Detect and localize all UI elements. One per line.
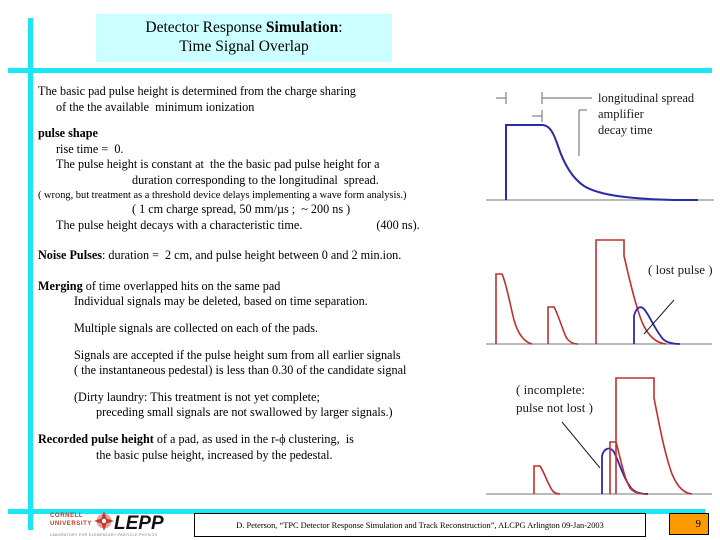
figure2-pulse-2	[547, 306, 579, 345]
label-longitudinal-spread: longitudinal spread	[598, 91, 695, 105]
decay-value: (400 ns).	[376, 217, 420, 232]
accent-bar-vertical	[28, 18, 33, 530]
citation-text: D. Peterson, “TPC Detector Response Simu…	[236, 520, 604, 530]
title-colon: :	[338, 19, 343, 37]
logo-lepp-text: LEPP	[114, 513, 164, 534]
title-bold-part: Simulation	[265, 19, 339, 37]
slide-title-box: Detector Response Simulation: Time Signa…	[96, 14, 392, 62]
merging-rest: of time overlapped hits on the same pad	[82, 278, 281, 293]
slide-title-line-2: Time Signal Overlap	[179, 38, 309, 55]
single-pulse-shape-svg: longitudinal spread amplifier decay time	[486, 91, 714, 201]
decay-line: The pulse height decays with a character…	[38, 218, 478, 234]
multiple-signals-line: Multiple signals are collected on each o…	[74, 321, 319, 336]
intro-line-1: The basic pad pulse height is determined…	[38, 84, 356, 98]
title-plain-part: Detector Response	[145, 19, 266, 37]
recorded-pulse-height-heading: Recorded pulse height	[38, 432, 154, 447]
decay-text: The pulse height decays with a character…	[56, 217, 303, 232]
figure-incomplete-pulse: ( incomplete: pulse not lost )	[484, 356, 716, 504]
figure2-lost-pulse-curve	[633, 306, 681, 345]
logo-subtitle-text: LABORATORY FOR ELEMENTARY-PARTICLE PHYSI…	[50, 533, 158, 537]
figure3-annotation-leader	[561, 421, 601, 469]
annotation-incomplete-line-2: pulse not lost )	[516, 400, 593, 415]
dirty-laundry-line-1: (Dirty laundry: This treatment is not ye…	[74, 389, 320, 404]
figure2-pulse-1	[495, 273, 533, 345]
intro-line-2: of the the available minimum ionization	[56, 99, 255, 114]
slide-canvas: Detector Response Simulation: Time Signa…	[0, 0, 720, 540]
noise-pulses-rest: : duration = 2 cm, and pulse height betw…	[101, 248, 402, 263]
figure-lost-pulse: ( lost pulse )	[484, 212, 716, 352]
logo-university-text: UNIVERSITY	[50, 521, 92, 527]
figure3-overlap-pulse	[601, 447, 649, 495]
rise-time-line: rise time = 0.	[56, 141, 124, 156]
incomplete-pulse-svg: ( incomplete: pulse not lost )	[486, 377, 712, 495]
noise-pulses-line: Noise Pulses: duration = 2 cm, and pulse…	[38, 248, 478, 264]
slide-body: The basic pad pulse height is determined…	[38, 84, 478, 463]
citation-box: D. Peterson, “TPC Detector Response Simu…	[194, 513, 646, 537]
label-amplifier-line-2: decay time	[598, 123, 653, 137]
constant-height-line-2: duration corresponding to the longitudin…	[132, 173, 379, 188]
merging-line-2: Individual signals may be deleted, based…	[74, 294, 368, 309]
noise-pulses-heading: Noise Pulses	[38, 248, 102, 263]
recorded-pulse-height-line-2: the basic pulse height, increased by the…	[96, 447, 333, 462]
lepp-logo-svg: CORNELL UNIVERSITY LEPP LABORATORY FOR E…	[50, 511, 164, 537]
wrong-treatment-note: ( wrong, but treatment as a threshold de…	[38, 189, 407, 201]
pulse-shape-heading: pulse shape	[38, 126, 98, 141]
label-amplifier-line-1: amplifier	[598, 107, 645, 121]
accent-bar-horizontal-top	[8, 68, 712, 73]
lost-pulse-svg: ( lost pulse )	[486, 239, 713, 345]
logo-compass-icon	[94, 511, 114, 531]
cornell-lepp-logo: CORNELL UNIVERSITY LEPP LABORATORY FOR E…	[48, 508, 196, 538]
dirty-laundry-line-2: preceding small signals are not swallowe…	[96, 405, 393, 420]
recorded-pulse-height-line: Recorded pulse height of a pad, as used …	[38, 432, 478, 448]
figure-single-pulse-shape: longitudinal spread amplifier decay time	[484, 76, 716, 208]
slide-title-line-1: Detector Response Simulation:	[145, 19, 342, 38]
constant-height-line-1: The pulse height is constant at the the …	[56, 157, 380, 172]
annotation-incomplete-line-1: ( incomplete:	[516, 382, 585, 397]
merging-heading: Merging	[38, 278, 83, 293]
page-number-text: 9	[695, 518, 702, 530]
figure3-pulse-3	[615, 377, 693, 495]
recorded-pulse-height-rest: of a pad, as used in the r-ϕ clustering,…	[153, 432, 354, 447]
merging-line: Merging of time overlapped hits on the s…	[38, 279, 478, 295]
figure3-pulse-1	[533, 465, 561, 495]
charge-spread-note: ( 1 cm charge spread, 50 mm/µs ; ~ 200 n…	[132, 201, 351, 216]
annotation-lost-pulse: ( lost pulse )	[648, 262, 713, 277]
page-number-badge: 9	[669, 513, 709, 535]
accepted-line-1: Signals are accepted if the pulse height…	[74, 347, 401, 362]
accepted-line-2: ( the instantaneous pedestal) is less th…	[74, 363, 407, 378]
logo-cornell-text: CORNELL	[50, 513, 83, 519]
